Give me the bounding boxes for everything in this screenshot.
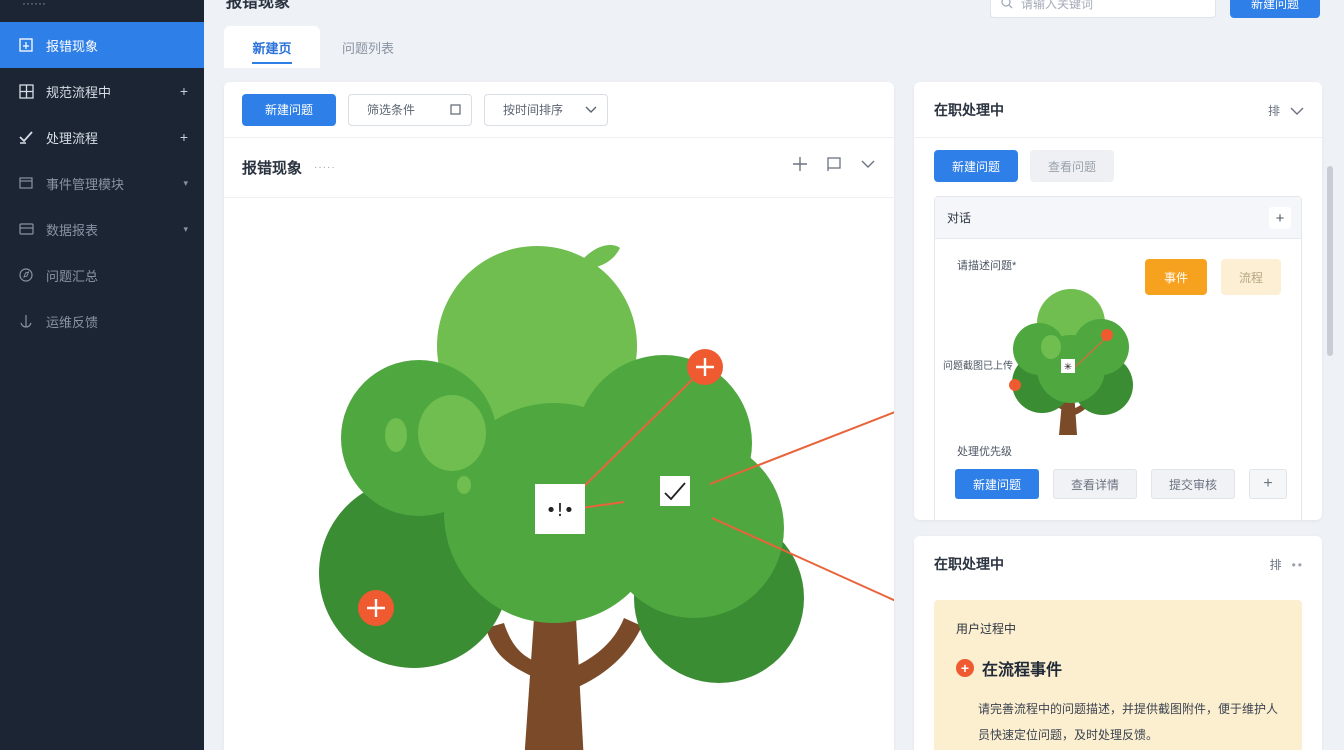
square-icon (450, 104, 461, 115)
canopy-highlight-small (385, 418, 407, 452)
sidebar-item-label: 报错现象 (46, 38, 99, 54)
right-panel-note: 在职处理中 排 •• 用户过程中 + 在流程事件 请完善流程中的问题描述，并提供… (914, 536, 1322, 750)
report-icon (18, 37, 34, 53)
chevron-down-icon (585, 106, 597, 113)
svg-text:✳: ✳ (1064, 362, 1072, 373)
chevron-down-icon[interactable]: ▾ (183, 224, 188, 235)
new-issue-button[interactable]: 新建问题 (1230, 0, 1320, 18)
right-panel-editor: 在职处理中 排 新建问题 查看问题 对话 + 请描述问题* 事件 流程 问题截图… (914, 82, 1322, 520)
canopy-highlight-dot (457, 476, 471, 494)
sort-action[interactable]: 排 (1270, 556, 1282, 573)
note-heading-row: + 在流程事件 (956, 656, 1062, 680)
sidebar-item-label: 运维反馈 (46, 314, 99, 330)
note-heading: 在流程事件 (982, 662, 1063, 679)
note-panel-header: 在职处理中 排 •• (914, 536, 1322, 592)
chevron-down-icon[interactable]: ▾ (183, 178, 188, 189)
card-title: 对话 (947, 211, 972, 225)
sidebar-item-label: 问题汇总 (46, 268, 99, 284)
sidebar-item-label: 事件管理模块 (46, 176, 125, 192)
priority-label: 处理优先级 (957, 446, 1012, 458)
new-issue-card-button[interactable]: 新建问题 (955, 469, 1039, 499)
create-button[interactable]: 新建问题 (242, 93, 336, 126)
main-panel: 新建问题 筛选条件 按时间排序 报错现象 ····· •!• (224, 82, 894, 750)
scrollbar[interactable] (1325, 146, 1335, 516)
card-button-group: 新建问题 查看详情 提交审核 + (955, 469, 1287, 499)
box-icon (18, 175, 34, 191)
right-panel-header: 在职处理中 排 (914, 82, 1322, 138)
right-panel-actions: 排 (1268, 102, 1304, 119)
search-placeholder: 请输入关键词 (1021, 0, 1094, 11)
sidebar-item-handle[interactable]: 处理流程 + (0, 114, 204, 160)
sidebar-item-process[interactable]: 规范流程中 + (0, 68, 204, 114)
plus-icon: + (956, 659, 974, 677)
sidebar-item-feedback[interactable]: 运维反馈 (0, 298, 204, 344)
page-title: 报错现象 (226, 0, 291, 11)
add-icon[interactable]: + (1269, 207, 1291, 229)
tree-branch-right (572, 618, 642, 688)
panel-header: 报错现象 ····· (224, 138, 894, 198)
check-marker-box (660, 476, 690, 506)
tree-illustration: •!• (224, 198, 894, 750)
tab-view[interactable]: 查看问题 (1030, 150, 1114, 182)
sort-dropdown[interactable]: 按时间排序 (484, 93, 608, 126)
tree-thumbnail: ✳ (1009, 289, 1133, 435)
sidebar-item-label: 处理流程 (46, 130, 99, 146)
anchor-icon (18, 313, 34, 329)
sidebar-item-summary[interactable]: 问题汇总 (0, 252, 204, 298)
sidebar-item-report[interactable]: 报错现象 (0, 22, 204, 68)
toolbar: 新建问题 筛选条件 按时间排序 (224, 82, 894, 138)
check-icon (18, 129, 34, 145)
expand-plus-icon[interactable]: + (180, 129, 188, 145)
note-body: 请完善流程中的问题描述，并提供截图附件，便于维护人员快速定位问题，及时处理反馈。 (978, 702, 1279, 742)
scrollbar-thumb[interactable] (1327, 166, 1333, 356)
tab-new[interactable]: 新建页 (224, 26, 320, 68)
expand-plus-icon[interactable]: + (180, 83, 188, 99)
sidebar-top-label: ······ (22, 0, 46, 10)
description-label: 请描述问题* (957, 260, 1017, 272)
compass-icon (18, 267, 34, 283)
leaf-tip (584, 245, 620, 268)
view-detail-button[interactable]: 查看详情 (1053, 469, 1137, 499)
sidebar-item-event[interactable]: 事件管理模块 ▾ (0, 160, 204, 206)
card-icon (18, 221, 34, 237)
event-tag[interactable]: 事件 (1145, 259, 1207, 295)
add-button[interactable]: + (1249, 469, 1287, 499)
chevron-down-icon[interactable] (860, 156, 876, 172)
sidebar: ······ 报错现象 规范流程中 + 处理流程 + 事件管理模块 ▾ 数据报表… (0, 0, 204, 750)
flag-icon[interactable] (826, 156, 842, 172)
submit-review-button[interactable]: 提交审核 (1151, 469, 1235, 499)
search-input[interactable]: 请输入关键词 (990, 0, 1216, 18)
tab-list[interactable]: 问题列表 (320, 26, 416, 68)
filter-label: 筛选条件 (367, 103, 416, 117)
sort-action[interactable]: 排 (1268, 102, 1280, 119)
sort-label: 按时间排序 (503, 103, 564, 117)
tab-create[interactable]: 新建问题 (934, 150, 1018, 182)
note-panel-title: 在职处理中 (934, 556, 1004, 572)
marker-box-glyph: •!• (546, 500, 574, 521)
process-tag[interactable]: 流程 (1221, 259, 1281, 295)
card-header: 对话 + (935, 197, 1301, 239)
filter-button[interactable]: 筛选条件 (348, 93, 472, 126)
canopy-highlight (418, 395, 486, 471)
more-icon[interactable]: •• (1292, 558, 1304, 572)
dialog-card: 对话 + 请描述问题* 事件 流程 问题截图已上传 ✳ 处理优先级 新建问题 查… (934, 196, 1302, 520)
chevron-down-icon[interactable] (1290, 106, 1304, 116)
grid-icon (18, 83, 34, 99)
right-panel-title: 在职处理中 (934, 101, 1004, 118)
panel-title: 报错现象 (242, 160, 303, 177)
sidebar-item-stats[interactable]: 数据报表 ▾ (0, 206, 204, 252)
note-card: 用户过程中 + 在流程事件 请完善流程中的问题描述，并提供截图附件，便于维护人员… (934, 600, 1302, 750)
plus-icon[interactable] (792, 156, 808, 172)
right-panel-tabs: 新建问题 查看问题 (934, 150, 1114, 182)
note-panel-actions: 排 •• (1270, 556, 1304, 573)
search-icon (1001, 0, 1013, 9)
sidebar-item-label: 数据报表 (46, 222, 99, 238)
panel-subtitle: ····· (314, 162, 336, 173)
panel-actions (792, 156, 876, 172)
tab-bar: 新建页 问题列表 (224, 26, 416, 68)
note-caption: 用户过程中 (956, 622, 1017, 636)
tree-trunk (524, 618, 584, 750)
sidebar-item-label: 规范流程中 (46, 84, 112, 100)
